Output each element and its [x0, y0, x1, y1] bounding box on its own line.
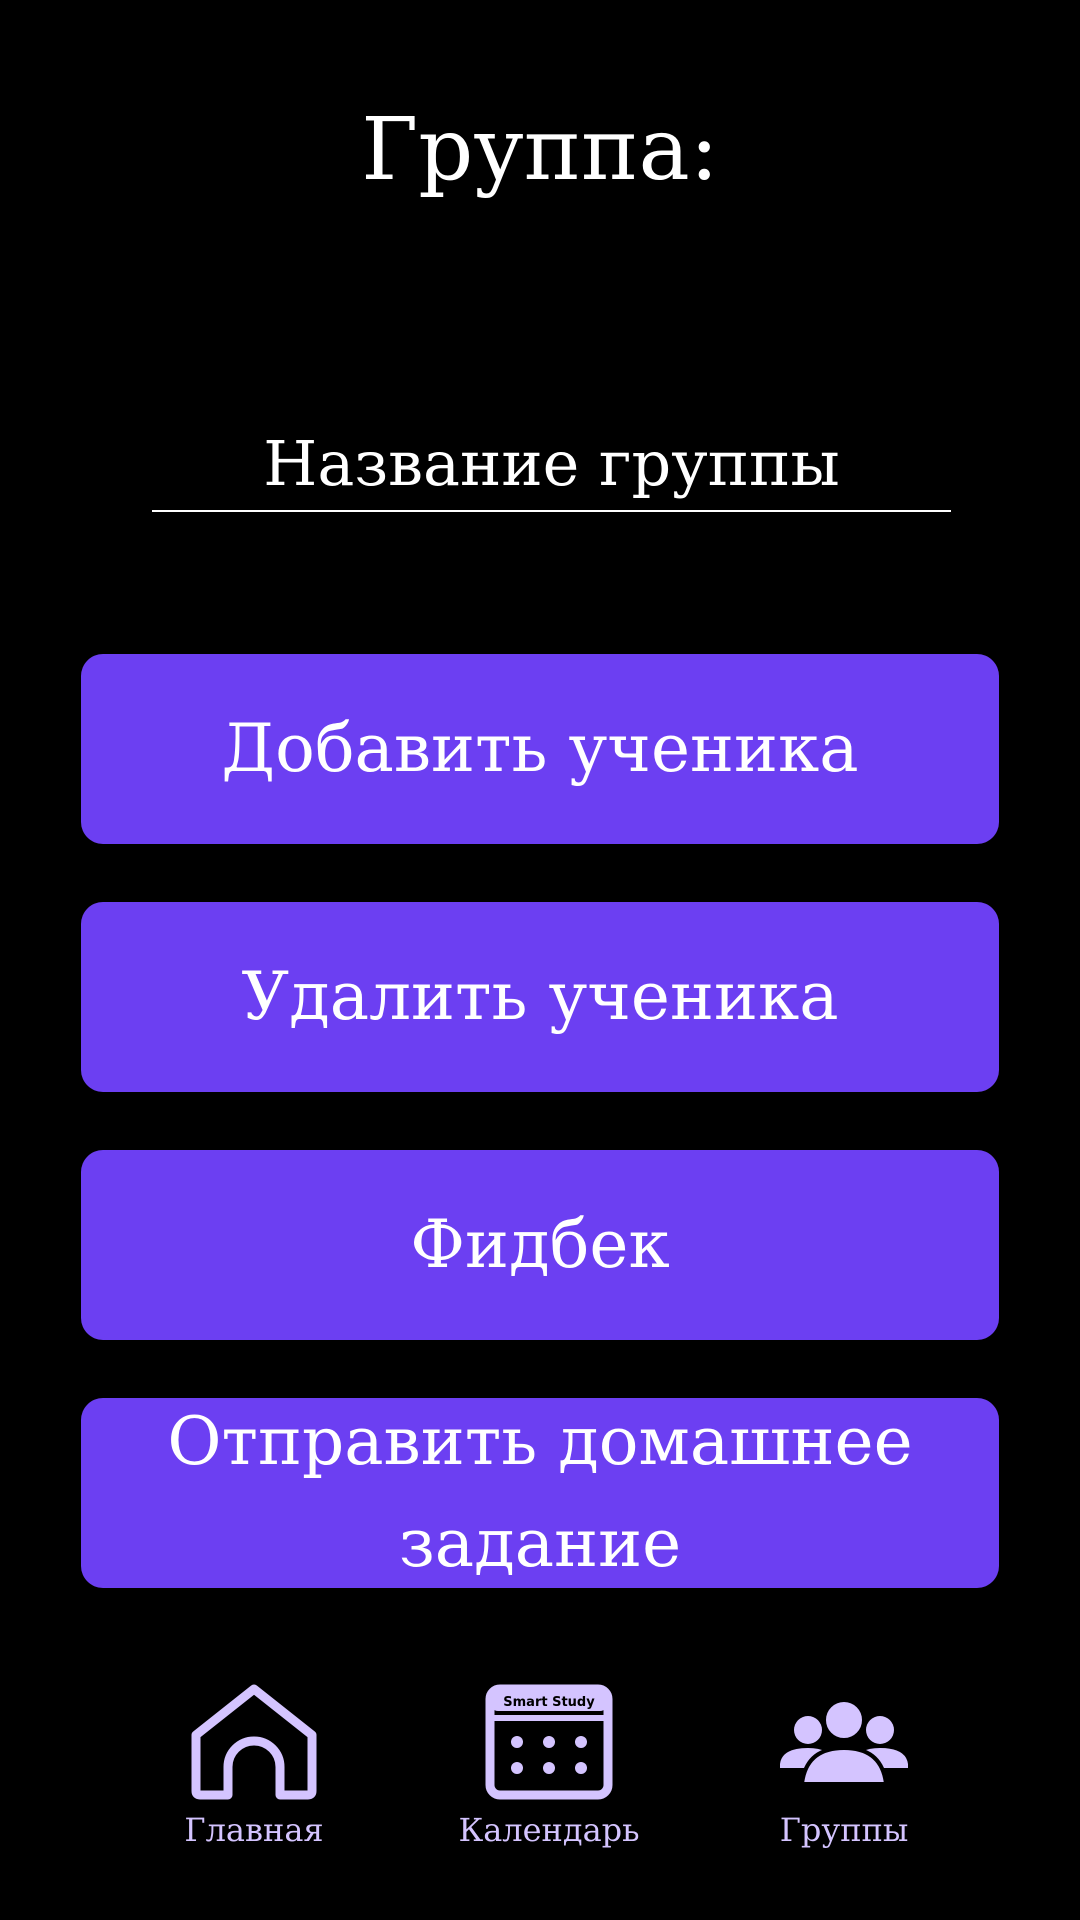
nav-label-home: Главная [184, 1811, 324, 1849]
nav-item-home[interactable]: Главная [124, 1680, 384, 1880]
add-student-button[interactable]: Добавить ученика [81, 654, 999, 844]
page-title: Группа: [361, 100, 719, 200]
feedback-button[interactable]: Фидбек [81, 1150, 999, 1340]
group-name-input[interactable]: Название группы [152, 418, 951, 512]
calendar-icon-text: Smart Study [503, 1695, 595, 1710]
send-homework-button[interactable]: Отправить домашнее задание [81, 1398, 999, 1588]
nav-item-groups[interactable]: Группы [714, 1680, 974, 1880]
calendar-icon: Smart Study [479, 1680, 619, 1804]
nav-label-groups: Группы [779, 1811, 909, 1849]
home-icon [184, 1680, 324, 1804]
nav-item-calendar[interactable]: Smart Study Календарь [419, 1680, 679, 1880]
groups-icon [774, 1680, 914, 1804]
nav-label-calendar: Календарь [458, 1811, 640, 1849]
bottom-navigation: Главная Smart Study Календарь Группы [0, 1680, 1080, 1880]
remove-student-button[interactable]: Удалить ученика [81, 902, 999, 1092]
